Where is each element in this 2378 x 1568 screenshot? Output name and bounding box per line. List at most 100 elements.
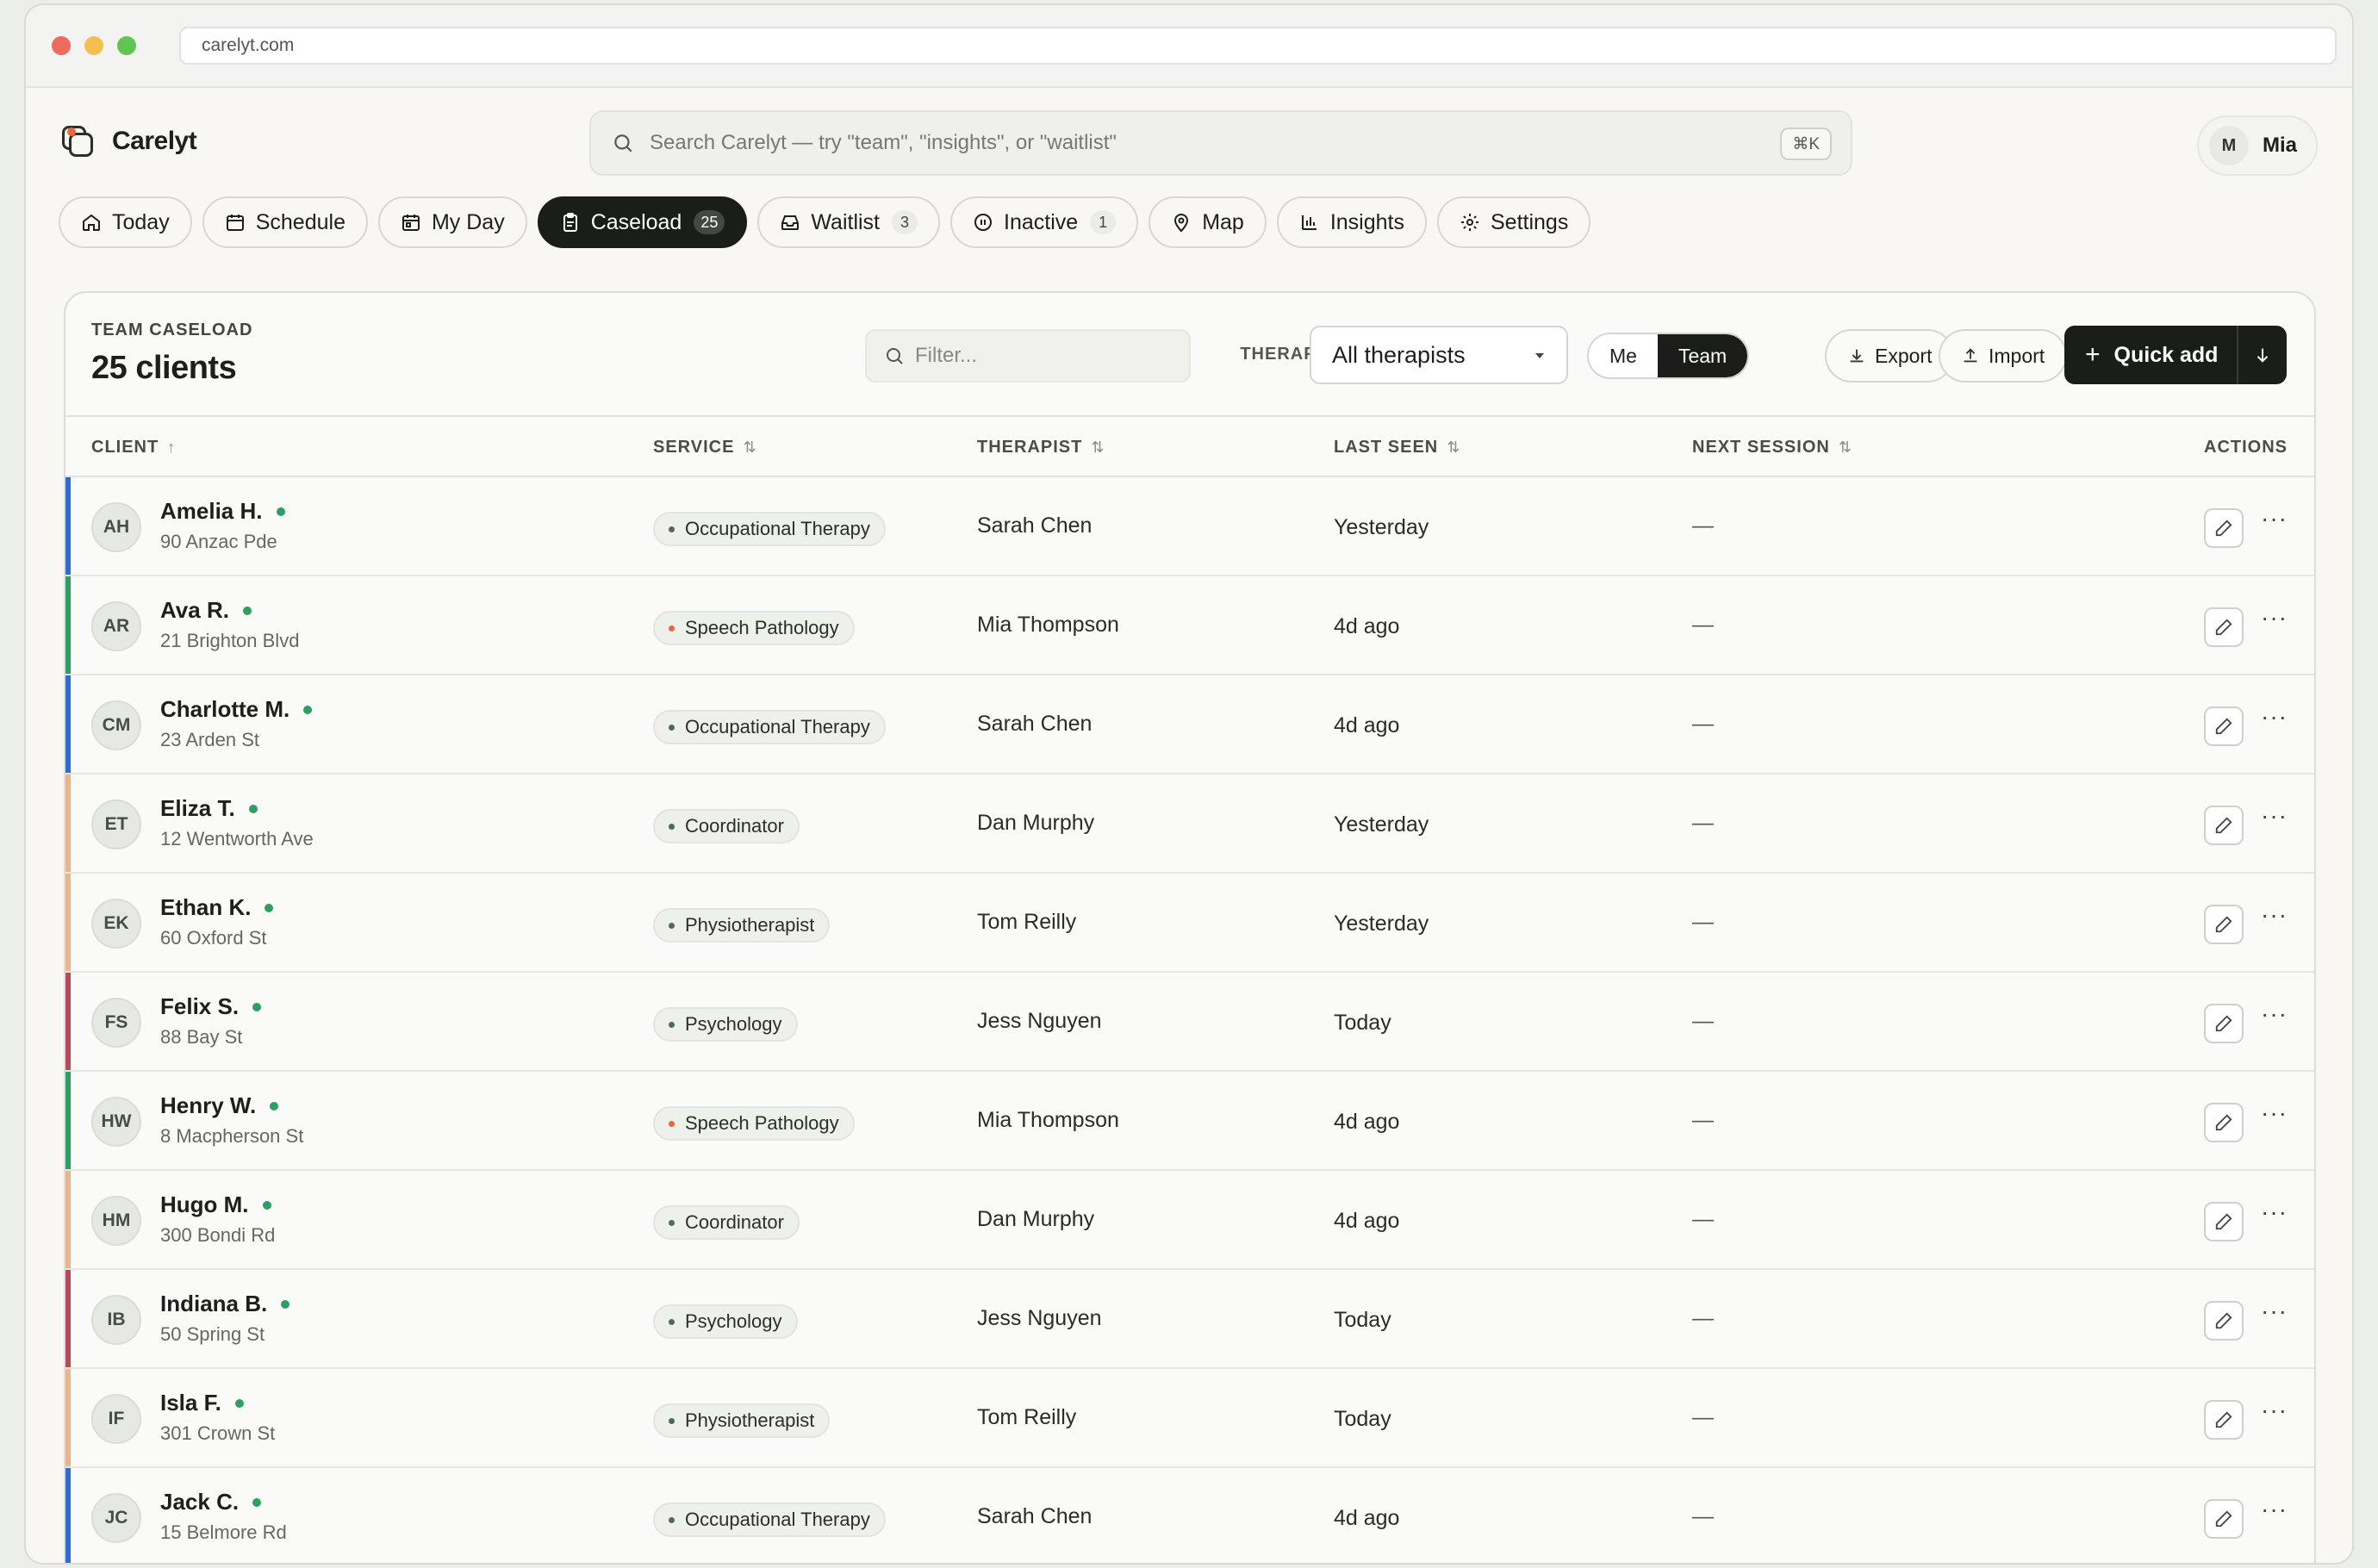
export-button[interactable]: Export <box>1825 329 1955 383</box>
table-row[interactable]: ET Eliza T. 12 Wentworth Ave Coordinator… <box>65 775 2314 874</box>
next-session: — <box>1692 1405 1714 1429</box>
more-options-icon[interactable]: ··· <box>2261 1297 2288 1325</box>
edit-button[interactable] <box>2204 1103 2244 1142</box>
client-name[interactable]: Isla F. <box>160 1390 244 1416</box>
edit-button[interactable] <box>2204 806 2244 845</box>
service-badge: Physiotherapist <box>653 908 831 943</box>
maximize-window-button[interactable] <box>117 36 136 55</box>
column-next-session[interactable]: NEXT SESSION ⇅ <box>1692 438 1852 457</box>
edit-button[interactable] <box>2204 1301 2244 1341</box>
column-label: NEXT SESSION <box>1692 438 1830 457</box>
more-options-icon[interactable]: ··· <box>2261 802 2288 830</box>
tab-label: Caseload <box>590 209 682 234</box>
active-status-dot <box>265 903 274 912</box>
tab-schedule[interactable]: Schedule <box>202 196 368 248</box>
client-name[interactable]: Jack C. <box>160 1489 262 1515</box>
tab-caseload[interactable]: Caseload 25 <box>537 196 748 248</box>
tab-insights[interactable]: Insights <box>1276 196 1427 248</box>
service-label: Occupational Therapy <box>685 518 870 539</box>
more-options-icon[interactable]: ··· <box>2261 1397 2288 1424</box>
tab-today[interactable]: Today <box>59 196 192 248</box>
client-name[interactable]: Indiana B. <box>160 1291 290 1317</box>
client-name[interactable]: Charlotte M. <box>160 696 313 723</box>
tab-inactive[interactable]: Inactive 1 <box>950 196 1139 248</box>
more-options-icon[interactable]: ··· <box>2261 1496 2288 1523</box>
table-row[interactable]: JC Jack C. 15 Belmore Rd Occupational Th… <box>65 1468 2314 1563</box>
caseload-card: TEAM CASELOAD 25 clients Filter... THERA… <box>64 291 2316 1563</box>
therapist-name: Mia Thompson <box>977 613 1119 637</box>
client-name[interactable]: Eliza T. <box>160 795 258 822</box>
pencil-icon <box>2215 1114 2232 1131</box>
last-seen: 4d ago <box>1334 713 1400 737</box>
sort-icon: ⇅ <box>743 439 757 456</box>
more-options-icon[interactable]: ··· <box>2261 1099 2288 1127</box>
import-button[interactable]: Import <box>1939 329 2068 383</box>
address-bar[interactable]: carelyt.com <box>179 27 2337 65</box>
edit-button[interactable] <box>2204 1499 2244 1539</box>
more-options-icon[interactable]: ··· <box>2261 901 2288 929</box>
table-row[interactable]: IF Isla F. 301 Crown St Physiotherapist … <box>65 1369 2314 1468</box>
more-options-icon[interactable]: ··· <box>2261 505 2288 532</box>
global-search-input[interactable]: Search Carelyt — try "team", "insights",… <box>589 110 1852 176</box>
toggle-me[interactable]: Me <box>1589 334 1658 377</box>
table-row[interactable]: AR Ava R. 21 Brighton Blvd Speech Pathol… <box>65 576 2314 675</box>
service-color-stripe <box>65 775 71 872</box>
tab-label: Schedule <box>255 209 345 234</box>
client-name[interactable]: Hugo M. <box>160 1192 271 1218</box>
close-window-button[interactable] <box>52 36 71 55</box>
service-dot <box>669 1516 675 1523</box>
client-name[interactable]: Ethan K. <box>160 894 274 921</box>
more-options-icon[interactable]: ··· <box>2261 604 2288 632</box>
edit-button[interactable] <box>2204 607 2244 647</box>
tab-map[interactable]: Map <box>1149 196 1267 248</box>
edit-button[interactable] <box>2204 1004 2244 1043</box>
toggle-team[interactable]: Team <box>1657 334 1748 377</box>
more-options-icon[interactable]: ··· <box>2261 1198 2288 1226</box>
client-name[interactable]: Henry W. <box>160 1092 279 1119</box>
column-client[interactable]: CLIENT ↑ <box>91 438 176 457</box>
tab-settings[interactable]: Settings <box>1437 196 1591 248</box>
therapist-select[interactable]: All therapists <box>1310 326 1568 384</box>
pencil-icon <box>2215 817 2232 834</box>
edit-button[interactable] <box>2204 508 2244 548</box>
therapist-name: Tom Reilly <box>977 910 1077 934</box>
pencil-icon <box>2215 1510 2232 1528</box>
edit-button[interactable] <box>2204 706 2244 746</box>
edit-button[interactable] <box>2204 905 2244 944</box>
client-name[interactable]: Ava R. <box>160 597 252 624</box>
table-row[interactable]: IB Indiana B. 50 Spring St Psychology Je… <box>65 1270 2314 1369</box>
service-dot <box>669 823 675 830</box>
tab-my-day[interactable]: My Day <box>377 196 527 248</box>
tab-waitlist[interactable]: Waitlist 3 <box>757 196 941 248</box>
column-service[interactable]: SERVICE ⇅ <box>653 438 757 457</box>
app-logo[interactable]: Carelyt <box>60 124 197 159</box>
quick-add-label: Quick add <box>2113 342 2219 367</box>
table-row[interactable]: HM Hugo M. 300 Bondi Rd Coordinator Dan … <box>65 1171 2314 1270</box>
tab-label: Waitlist <box>811 209 881 234</box>
table-row[interactable]: AH Amelia H. 90 Anzac Pde Occupational T… <box>65 477 2314 576</box>
column-last-seen[interactable]: LAST SEEN ⇅ <box>1334 438 1460 457</box>
client-name[interactable]: Felix S. <box>160 993 262 1020</box>
table-row[interactable]: FS Felix S. 88 Bay St Psychology Jess Ng… <box>65 973 2314 1072</box>
column-therapist[interactable]: THERAPIST ⇅ <box>977 438 1105 457</box>
last-seen: Today <box>1334 1407 1391 1431</box>
client-name[interactable]: Amelia H. <box>160 498 285 525</box>
service-color-stripe <box>65 1468 71 1563</box>
edit-button[interactable] <box>2204 1202 2244 1241</box>
table-row[interactable]: HW Henry W. 8 Macpherson St Speech Patho… <box>65 1072 2314 1171</box>
service-label: Physiotherapist <box>685 1409 815 1431</box>
client-address: 60 Oxford St <box>160 927 267 949</box>
filter-input[interactable]: Filter... <box>865 329 1191 383</box>
minimize-window-button[interactable] <box>84 36 103 55</box>
column-label: THERAPIST <box>977 438 1083 457</box>
more-options-icon[interactable]: ··· <box>2261 703 2288 731</box>
chart-icon <box>1301 215 1317 230</box>
tab-label: Map <box>1202 209 1244 234</box>
table-row[interactable]: CM Charlotte M. 23 Arden St Occupational… <box>65 675 2314 775</box>
edit-button[interactable] <box>2204 1400 2244 1440</box>
quick-add-menu-button[interactable] <box>2237 326 2287 384</box>
user-menu-button[interactable]: M Mia <box>2196 115 2318 176</box>
more-options-icon[interactable]: ··· <box>2261 1000 2288 1028</box>
quick-add-button[interactable]: + Quick add <box>2064 326 2237 384</box>
table-row[interactable]: EK Ethan K. 60 Oxford St Physiotherapist… <box>65 874 2314 973</box>
